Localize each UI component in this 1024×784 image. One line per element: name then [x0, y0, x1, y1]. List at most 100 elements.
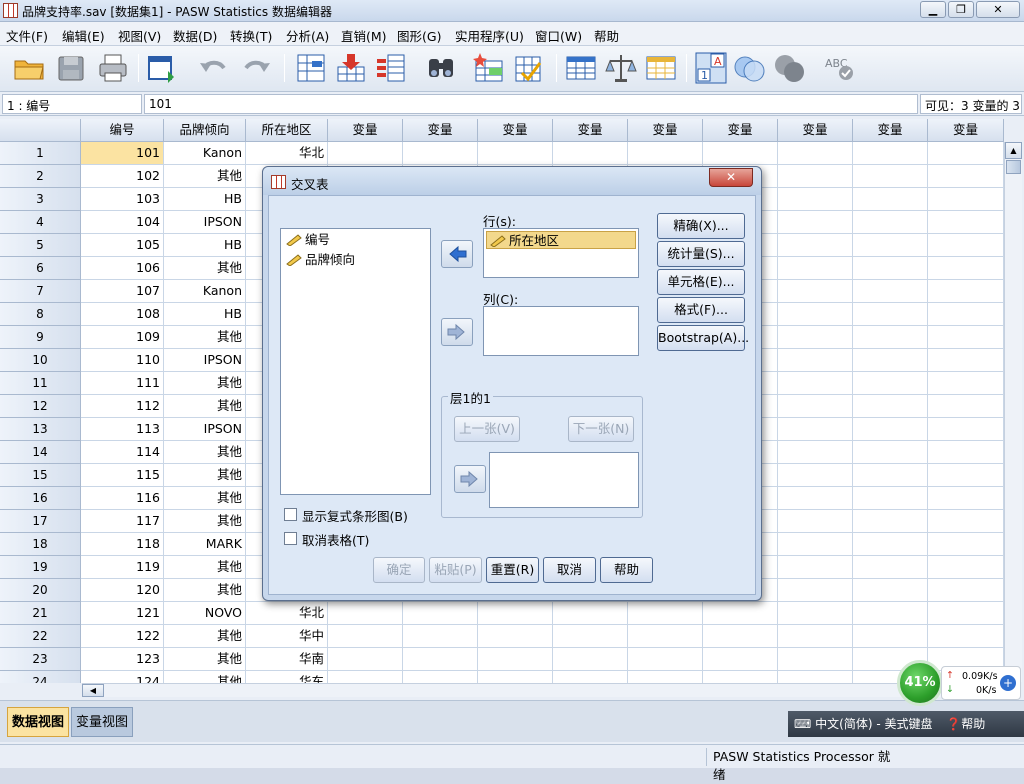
cell-region[interactable]: 华中	[246, 625, 328, 648]
menu-help[interactable]: 帮助	[594, 26, 619, 45]
cell-empty[interactable]	[853, 372, 928, 395]
cell-empty[interactable]	[703, 625, 778, 648]
menu-graphs[interactable]: 图形(G)	[397, 26, 441, 45]
cells-button[interactable]: 单元格(E)...	[657, 269, 745, 295]
cell-empty[interactable]	[628, 648, 703, 671]
cell-empty[interactable]	[328, 671, 403, 683]
cell-empty[interactable]	[853, 487, 928, 510]
cell-empty[interactable]	[928, 556, 1004, 579]
cell-empty[interactable]	[703, 602, 778, 625]
row-header[interactable]: 20	[0, 579, 81, 602]
goto-variable-icon[interactable]	[334, 51, 368, 85]
cell-empty[interactable]	[928, 395, 1004, 418]
rows-list[interactable]: 所在地区	[483, 228, 639, 278]
cell-brand[interactable]: HB	[164, 234, 246, 257]
cell-brand[interactable]: IPSON	[164, 211, 246, 234]
cell-empty[interactable]	[928, 211, 1004, 234]
statistics-button[interactable]: 统计量(S)...	[657, 241, 745, 267]
previous-layer-button[interactable]: 上一张(V)	[454, 416, 520, 442]
ime-language[interactable]: 中文(简体) - 美式键盘	[815, 717, 932, 731]
cell-empty[interactable]	[403, 648, 478, 671]
cell-region[interactable]: 华北	[246, 142, 328, 165]
cell-id[interactable]: 117	[81, 510, 164, 533]
cell-empty[interactable]	[778, 556, 853, 579]
cell-empty[interactable]	[928, 142, 1004, 165]
cell-empty[interactable]	[403, 671, 478, 683]
clustered-bar-checkbox[interactable]	[284, 508, 297, 521]
cell-empty[interactable]	[928, 326, 1004, 349]
cell-brand[interactable]: IPSON	[164, 418, 246, 441]
cell-empty[interactable]	[778, 280, 853, 303]
cell-empty[interactable]	[853, 326, 928, 349]
cell-brand[interactable]: Kanon	[164, 142, 246, 165]
cell-brand[interactable]: HB	[164, 303, 246, 326]
source-variable-item[interactable]: 品牌倾向	[283, 251, 428, 269]
maximize-button[interactable]: ❐	[948, 1, 974, 18]
corner-header[interactable]	[0, 119, 81, 142]
column-header-var[interactable]: 变量	[403, 119, 478, 142]
cell-empty[interactable]	[778, 671, 853, 683]
row-header[interactable]: 14	[0, 441, 81, 464]
cell-id[interactable]: 105	[81, 234, 164, 257]
memory-percent[interactable]: 41%	[897, 660, 943, 706]
cell-brand[interactable]: 其他	[164, 441, 246, 464]
exact-button[interactable]: 精确(X)...	[657, 213, 745, 239]
cell-empty[interactable]	[703, 142, 778, 165]
cell-id[interactable]: 107	[81, 280, 164, 303]
move-to-columns-button[interactable]	[441, 318, 473, 346]
cell-empty[interactable]	[928, 510, 1004, 533]
cell-empty[interactable]	[778, 234, 853, 257]
cell-brand[interactable]: 其他	[164, 556, 246, 579]
column-header-var[interactable]: 变量	[553, 119, 628, 142]
row-header[interactable]: 4	[0, 211, 81, 234]
cell-empty[interactable]	[628, 625, 703, 648]
cell-value-editor[interactable]: 101	[144, 94, 918, 114]
cell-empty[interactable]	[928, 188, 1004, 211]
menu-utilities[interactable]: 实用程序(U)	[455, 26, 524, 45]
cell-brand[interactable]: 其他	[164, 510, 246, 533]
cell-empty[interactable]	[778, 326, 853, 349]
column-header-var[interactable]: 变量	[928, 119, 1004, 142]
row-header[interactable]: 17	[0, 510, 81, 533]
column-header-var[interactable]: 变量	[853, 119, 928, 142]
cell-empty[interactable]	[778, 303, 853, 326]
row-header[interactable]: 24	[0, 671, 81, 683]
cell-empty[interactable]	[778, 165, 853, 188]
move-to-rows-button[interactable]	[441, 240, 473, 268]
show-all-variables-icon[interactable]	[772, 51, 806, 85]
cell-empty[interactable]	[778, 648, 853, 671]
cell-empty[interactable]	[778, 372, 853, 395]
cell-empty[interactable]	[778, 395, 853, 418]
cell-brand[interactable]: 其他	[164, 579, 246, 602]
cell-empty[interactable]	[928, 280, 1004, 303]
cell-empty[interactable]	[853, 234, 928, 257]
format-button[interactable]: 格式(F)...	[657, 297, 745, 323]
row-header[interactable]: 10	[0, 349, 81, 372]
cell-id[interactable]: 119	[81, 556, 164, 579]
cell-empty[interactable]	[328, 142, 403, 165]
cell-empty[interactable]	[853, 441, 928, 464]
column-header-var[interactable]: 变量	[328, 119, 403, 142]
cell-brand[interactable]: NOVO	[164, 602, 246, 625]
source-variable-list[interactable]: 编号 品牌倾向	[280, 228, 431, 495]
row-header[interactable]: 7	[0, 280, 81, 303]
scroll-left-arrow-icon[interactable]: ◀	[82, 684, 104, 697]
cell-empty[interactable]	[403, 602, 478, 625]
cell-empty[interactable]	[928, 234, 1004, 257]
cell-empty[interactable]	[928, 533, 1004, 556]
row-header[interactable]: 19	[0, 556, 81, 579]
network-monitor-widget[interactable]: 41% ↑ 0.09K/s ↓ 0K/s +	[897, 660, 1023, 706]
layer-list[interactable]	[489, 452, 639, 508]
menu-analyze[interactable]: 分析(A)	[286, 26, 329, 45]
cell-empty[interactable]	[778, 211, 853, 234]
cell-empty[interactable]	[853, 303, 928, 326]
cell-region[interactable]: 华东	[246, 671, 328, 683]
cell-empty[interactable]	[853, 142, 928, 165]
menu-edit[interactable]: 编辑(E)	[62, 26, 105, 45]
open-folder-icon[interactable]	[12, 51, 46, 85]
cell-empty[interactable]	[853, 211, 928, 234]
column-header-var[interactable]: 变量	[478, 119, 553, 142]
cell-empty[interactable]	[928, 625, 1004, 648]
cell-id[interactable]: 118	[81, 533, 164, 556]
cell-empty[interactable]	[778, 625, 853, 648]
